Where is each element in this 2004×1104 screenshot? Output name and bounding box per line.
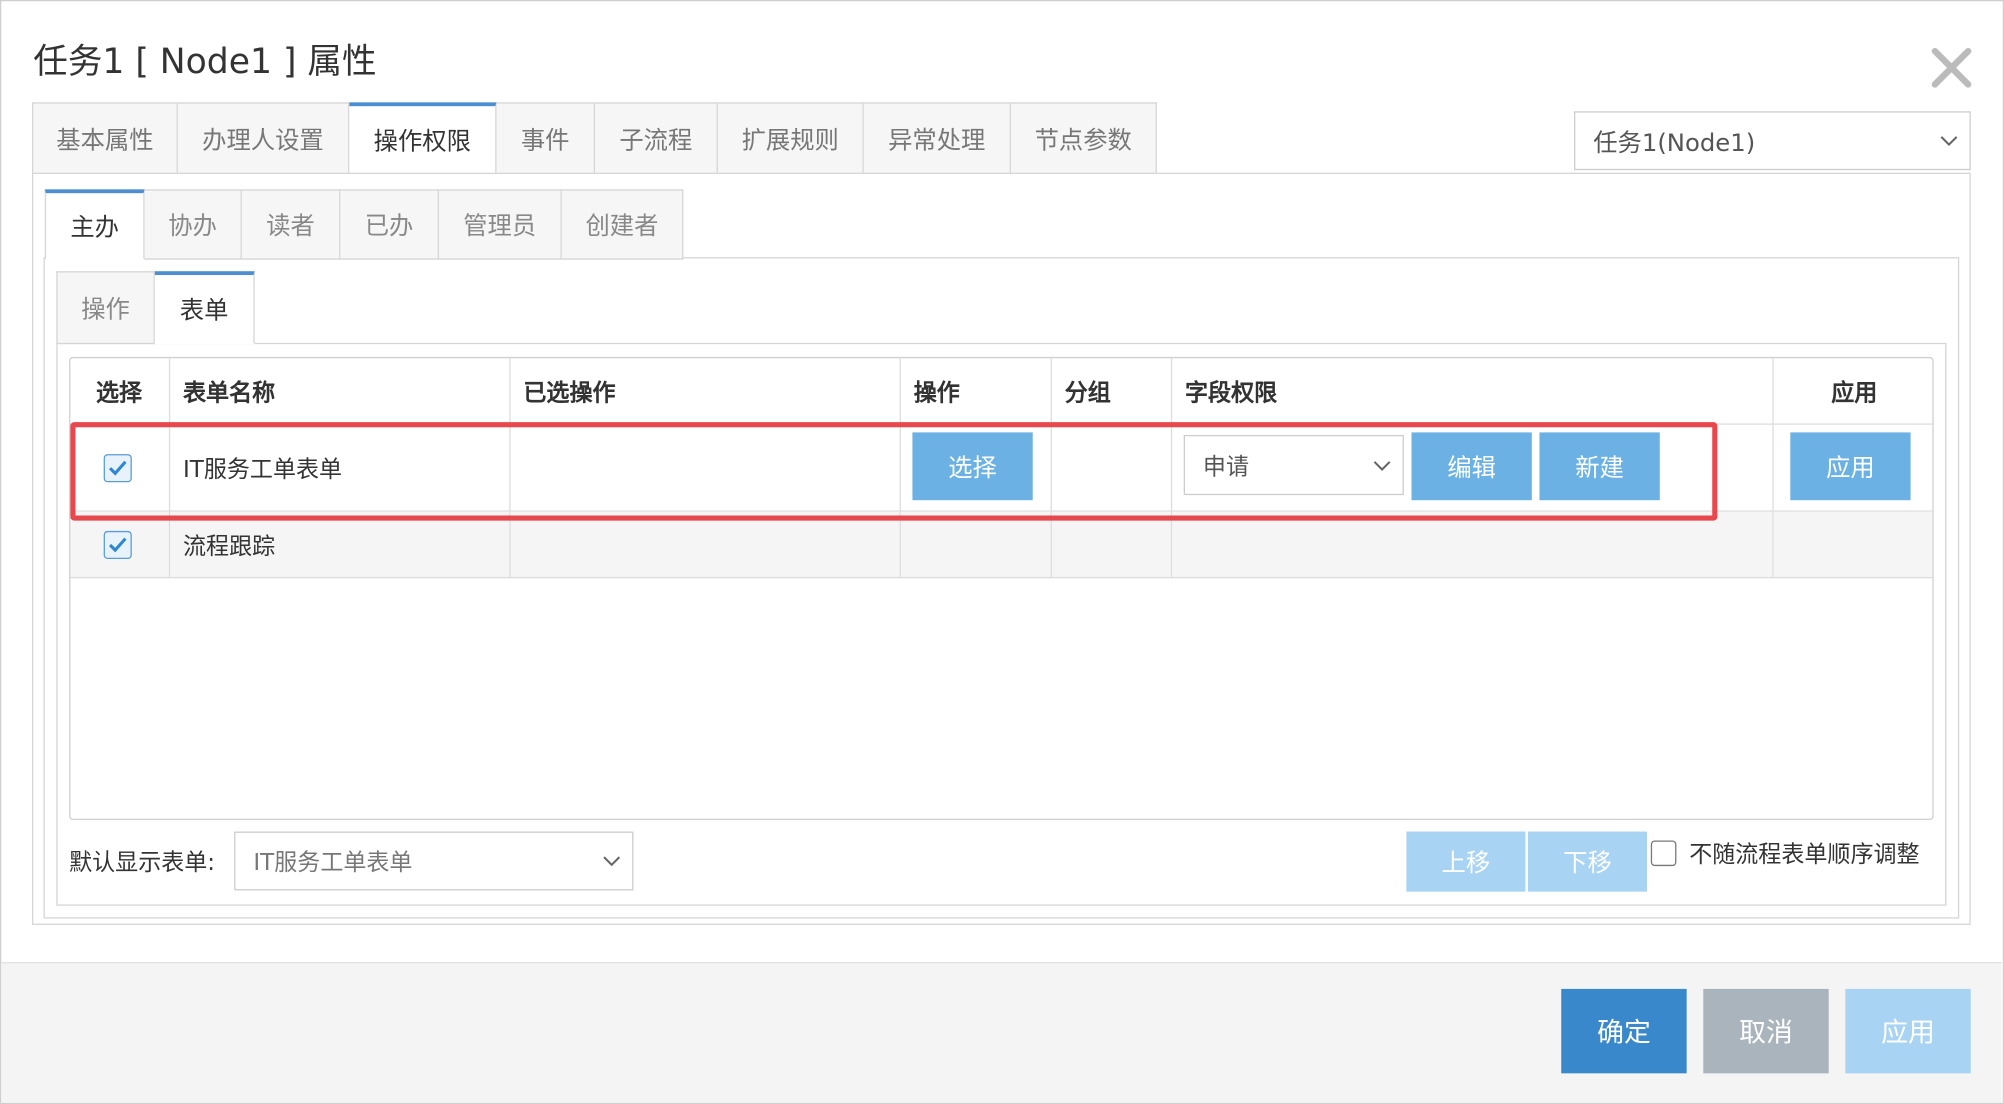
field-permission-select[interactable]: 申请	[1183, 434, 1404, 496]
tab-exception-handling[interactable]: 异常处理	[863, 102, 1011, 174]
close-icon[interactable]	[1927, 43, 1976, 92]
tab-co-handler[interactable]: 协办	[144, 189, 242, 260]
checkmark-icon	[108, 536, 127, 552]
tab-admin[interactable]: 管理员	[438, 189, 562, 260]
dialog-footer	[1, 962, 2002, 1103]
move-down-button[interactable]: 下移	[1527, 831, 1647, 892]
tab-done[interactable]: 已办	[340, 189, 439, 260]
column-header-form-name: 表单名称	[170, 358, 511, 425]
forms-table: 选择 表单名称 已选操作 操作 分组 字段权限 应用 IT服务工单表单 流程跟踪	[69, 356, 1934, 821]
selected-ops-cell	[510, 424, 901, 512]
column-header-selected-ops: 已选操作	[510, 358, 901, 425]
no-reorder-label: 不随流程表单顺序调整	[1689, 841, 1920, 869]
operation-cell	[900, 511, 1052, 579]
tab-operation-permissions[interactable]: 操作权限	[349, 102, 497, 174]
edit-button[interactable]: 编辑	[1411, 432, 1532, 501]
default-form-select[interactable]: IT服务工单表单	[234, 831, 634, 891]
tab-reader[interactable]: 读者	[241, 189, 341, 260]
no-reorder-checkbox[interactable]	[1650, 840, 1677, 867]
cancel-button[interactable]: 取消	[1703, 988, 1829, 1074]
tab-operations[interactable]: 操作	[56, 271, 155, 345]
apply-cell	[1773, 511, 1933, 579]
ok-button[interactable]: 确定	[1561, 988, 1687, 1074]
form-name-cell: 流程跟踪	[170, 511, 511, 579]
form-name-cell: IT服务工单表单	[170, 424, 511, 512]
checkmark-icon	[108, 460, 127, 475]
row-checkbox[interactable]	[103, 453, 132, 482]
tab-extension-rules[interactable]: 扩展规则	[717, 102, 864, 174]
column-header-select: 选择	[70, 358, 171, 425]
tab-handler-settings[interactable]: 办理人设置	[177, 102, 350, 174]
main-tabs: 基本属性 办理人设置 操作权限 事件 子流程 扩展规则 异常处理 节点参数	[31, 102, 1157, 174]
tab-basic-properties[interactable]: 基本属性	[31, 102, 178, 174]
default-form-value: IT服务工单表单	[253, 849, 413, 877]
group-cell	[1051, 511, 1173, 579]
default-form-label: 默认显示表单:	[69, 849, 216, 877]
tab-events[interactable]: 事件	[496, 102, 596, 174]
field-permissions-cell	[1172, 511, 1774, 579]
table-row-select-cell	[70, 424, 171, 512]
node-select-value: 任务1(Node1)	[1593, 128, 1756, 157]
column-header-apply: 应用	[1773, 358, 1933, 425]
chevron-down-icon	[603, 856, 621, 867]
column-header-operation: 操作	[900, 358, 1052, 425]
tab-subprocess[interactable]: 子流程	[595, 102, 718, 174]
apply-button[interactable]: 应用	[1845, 988, 1971, 1074]
node-select[interactable]: 任务1(Node1)	[1574, 111, 1971, 171]
chevron-down-icon	[1373, 460, 1391, 471]
row-checkbox[interactable]	[103, 530, 132, 559]
column-header-field-permissions: 字段权限	[1172, 358, 1774, 425]
field-permission-value: 申请	[1202, 453, 1249, 481]
column-header-group: 分组	[1051, 358, 1173, 425]
tab-node-parameters[interactable]: 节点参数	[1010, 102, 1157, 174]
table-row-select-cell	[70, 511, 171, 579]
dialog-title: 任务1 [ Node1 ] 属性	[33, 42, 377, 82]
group-cell	[1051, 424, 1173, 512]
selected-ops-cell	[510, 511, 901, 579]
row-apply-button[interactable]: 应用	[1790, 432, 1911, 501]
tab-main-handler[interactable]: 主办	[44, 189, 145, 260]
tab-creator[interactable]: 创建者	[561, 189, 684, 260]
chevron-down-icon	[1940, 136, 1958, 147]
new-button[interactable]: 新建	[1539, 432, 1660, 501]
tab-forms[interactable]: 表单	[154, 271, 255, 345]
move-up-button[interactable]: 上移	[1406, 831, 1526, 892]
select-operation-button[interactable]: 选择	[912, 432, 1033, 501]
